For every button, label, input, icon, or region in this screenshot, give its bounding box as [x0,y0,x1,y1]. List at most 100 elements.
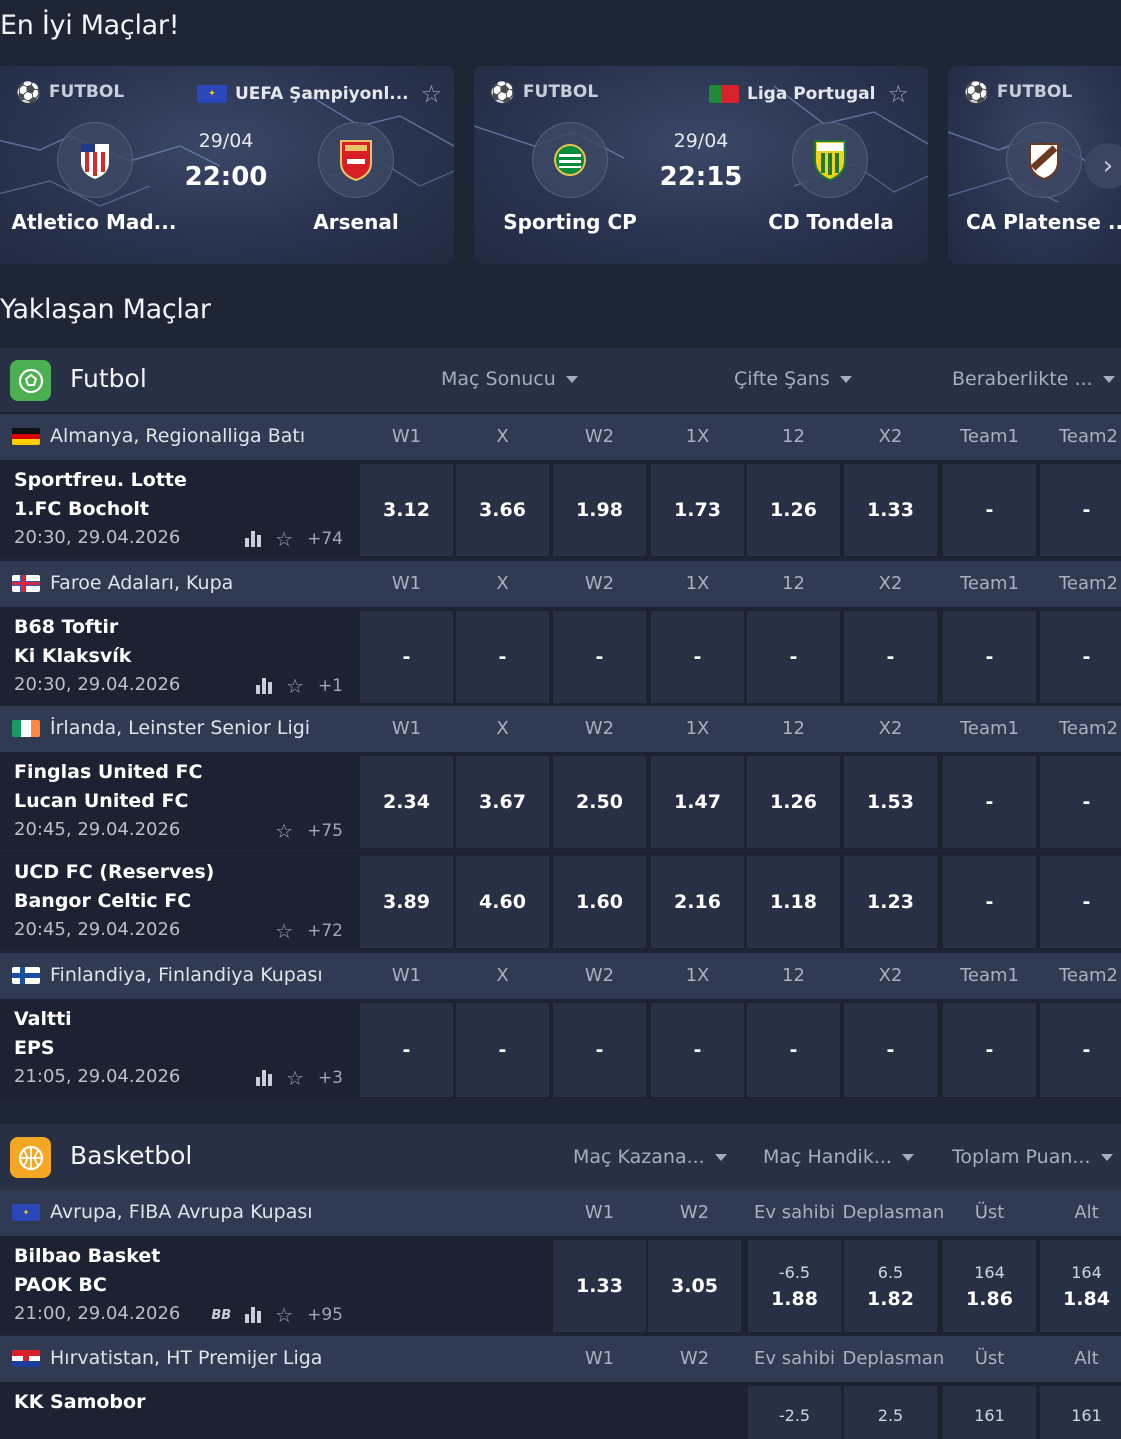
more-markets-count[interactable]: +1 [318,676,343,696]
odd-button[interactable]: 3.66 [456,464,549,556]
odd-button[interactable]: 161 [1040,1386,1121,1439]
tondela-crest-icon [814,140,846,181]
odd-button[interactable]: - [943,756,1036,848]
favorite-star-icon[interactable]: ☆ [275,819,293,843]
odd-button[interactable]: 3.89 [360,856,453,948]
featured-card-1[interactable]: ⚽ FUTBOL ✦ UEFA Şampiyonl... ☆ 29/04 22:… [0,66,454,264]
stats-icon[interactable] [256,678,272,694]
more-markets-count[interactable]: +3 [318,1068,343,1088]
odd-button[interactable]: - [1040,611,1121,703]
odd-button[interactable]: - [943,611,1036,703]
odd-button[interactable]: 164 1.84 [1040,1240,1121,1332]
favorite-star-icon[interactable]: ☆ [421,80,443,108]
match-row[interactable]: UCD FC (Reserves) Bangor Celtic FC 20:45, … [0,852,1121,950]
more-markets-count[interactable]: +75 [307,821,343,841]
odd-button[interactable]: 1.98 [553,464,646,556]
odd-button[interactable]: 3.12 [360,464,453,556]
favorite-star-icon[interactable]: ☆ [286,674,304,698]
page: En İyi Maçlar! ⚽ FUTBOL ✦ UEFA Şampiyonl… [0,0,1121,1439]
odd-button[interactable]: - [651,611,744,703]
league-header[interactable]: Almanya, Regionalliga Batı W1 X W2 1X 12 X2 Tea… [0,414,1121,460]
odd-button[interactable]: - [1040,756,1121,848]
odd-button[interactable]: - [360,1003,453,1097]
odd-button[interactable]: - [456,611,549,703]
match-row[interactable]: Bilbao Basket PAOK BC 21:00, 29.04.2026 BB ☆… [0,1236,1121,1334]
league-header[interactable]: Finlandiya, Finlandiya Kupası W1 X W2 1X 12 X2… [0,953,1121,999]
odd-button[interactable]: - [1040,856,1121,948]
odd-button[interactable]: 1.33 [553,1240,646,1332]
odd-button[interactable]: - [553,611,646,703]
more-markets-count[interactable]: +74 [307,529,343,549]
market-dropdown-1[interactable]: Maç Kazana... [573,1146,727,1168]
odd-button[interactable]: 2.16 [651,856,744,948]
odd-button[interactable]: - [943,856,1036,948]
odd-button[interactable]: -2.5 [748,1386,841,1439]
league-label: ✦ UEFA Şampiyonl... ☆ [197,80,442,108]
odd-button[interactable]: 6.5 1.82 [844,1240,937,1332]
league-header[interactable]: Hırvatistan, HT Premijer Liga W1 W2 Ev sahi… [0,1336,1121,1382]
odd-button[interactable]: - [1040,1003,1121,1097]
odd-button[interactable]: - [844,1003,937,1097]
favorite-star-icon[interactable]: ☆ [275,527,293,551]
league-header[interactable]: İrlanda, Leinster Senior Ligi W1 X W2 1X 12 X2… [0,706,1121,752]
odd-button[interactable]: 3.05 [648,1240,741,1332]
favorite-star-icon[interactable]: ☆ [286,1066,304,1090]
odd-button[interactable]: 1.53 [844,756,937,848]
match-row[interactable]: Finglas United FC Lucan United FC 20:45, 2… [0,752,1121,850]
odd-button[interactable]: - [1040,464,1121,556]
favorite-star-icon[interactable]: ☆ [275,919,293,943]
odd-button[interactable]: 2.34 [360,756,453,848]
odd-button[interactable]: 1.23 [844,856,937,948]
column-header: 1X [685,573,710,594]
odd-button[interactable]: 1.60 [553,856,646,948]
market-dropdown-1[interactable]: Maç Sonucu [441,368,578,390]
match-row[interactable]: Valtti EPS 21:05, 29.04.2026 ☆ +3 - - - - - - - - [0,999,1121,1099]
odd-button[interactable]: 1.18 [747,856,840,948]
odd-button[interactable]: - [844,611,937,703]
odd-button[interactable]: 1.47 [651,756,744,848]
odd-button[interactable]: 1.73 [651,464,744,556]
more-markets-count[interactable]: +72 [307,921,343,941]
odd-button[interactable]: 2.5 [844,1386,937,1439]
odd-button[interactable]: 1.33 [844,464,937,556]
odd-button[interactable]: 1.26 [747,464,840,556]
arsenal-crest-icon [340,140,372,181]
odd-button[interactable]: 4.60 [456,856,549,948]
odd-button[interactable]: - [943,1003,1036,1097]
market-dropdown-2[interactable]: Maç Handik... [763,1146,914,1168]
market-dropdown-3[interactable]: Beraberlikte ... [952,368,1115,390]
more-markets-count[interactable]: +95 [307,1305,343,1325]
odd-button[interactable]: - [747,611,840,703]
odd-button[interactable]: - [651,1003,744,1097]
match-row[interactable]: Sportfreu. Lotte 1.FC Bocholt 20:30, 29.04… [0,460,1121,558]
odd-button[interactable]: 3.67 [456,756,549,848]
odd-value: - [1082,499,1091,521]
odd-button[interactable]: 161 [943,1386,1036,1439]
match-row[interactable]: KK Samobor -2.5 2.5 161 161 [0,1382,1121,1439]
odd-button[interactable]: - [360,611,453,703]
odd-button[interactable]: - [456,1003,549,1097]
odd-value: 1.18 [770,891,817,913]
stats-icon[interactable] [245,1307,262,1323]
market-dropdown-2[interactable]: Çifte Şans [734,368,852,390]
odd-button[interactable]: - [553,1003,646,1097]
league-header[interactable]: ✦ Avrupa, FIBA Avrupa Kupası W1 W2 Ev sahibi… [0,1190,1121,1236]
odd-button[interactable]: -6.5 1.88 [748,1240,841,1332]
line-value: 164 [974,1262,1005,1282]
match-time: 21:00, 29.04.2026 [14,1303,181,1324]
league-header[interactable]: Faroe Adaları, Kupa W1 X W2 1X 12 X2 Team1 Team2 [0,561,1121,607]
odd-button[interactable]: - [943,464,1036,556]
match-row[interactable]: B68 Toftir Ki Klaksvík 20:30, 29.04.2026 ☆ +… [0,607,1121,705]
odd-button[interactable]: 164 1.86 [943,1240,1036,1332]
stats-icon[interactable] [256,1070,272,1086]
odd-button[interactable]: 2.50 [553,756,646,848]
odd-button[interactable]: - [747,1003,840,1097]
odd-value: - [693,1039,702,1061]
market-dropdown-3[interactable]: Toplam Puan... [952,1146,1113,1168]
odd-button[interactable]: 1.26 [747,756,840,848]
favorite-star-icon[interactable]: ☆ [275,1303,293,1327]
league-name: Faroe Adaları, Kupa [50,572,234,594]
featured-card-2[interactable]: ⚽ FUTBOL Liga Portugal ☆ 29/04 22:15 Spo… [474,66,928,264]
stats-icon[interactable] [245,531,262,547]
favorite-star-icon[interactable]: ☆ [887,80,909,108]
